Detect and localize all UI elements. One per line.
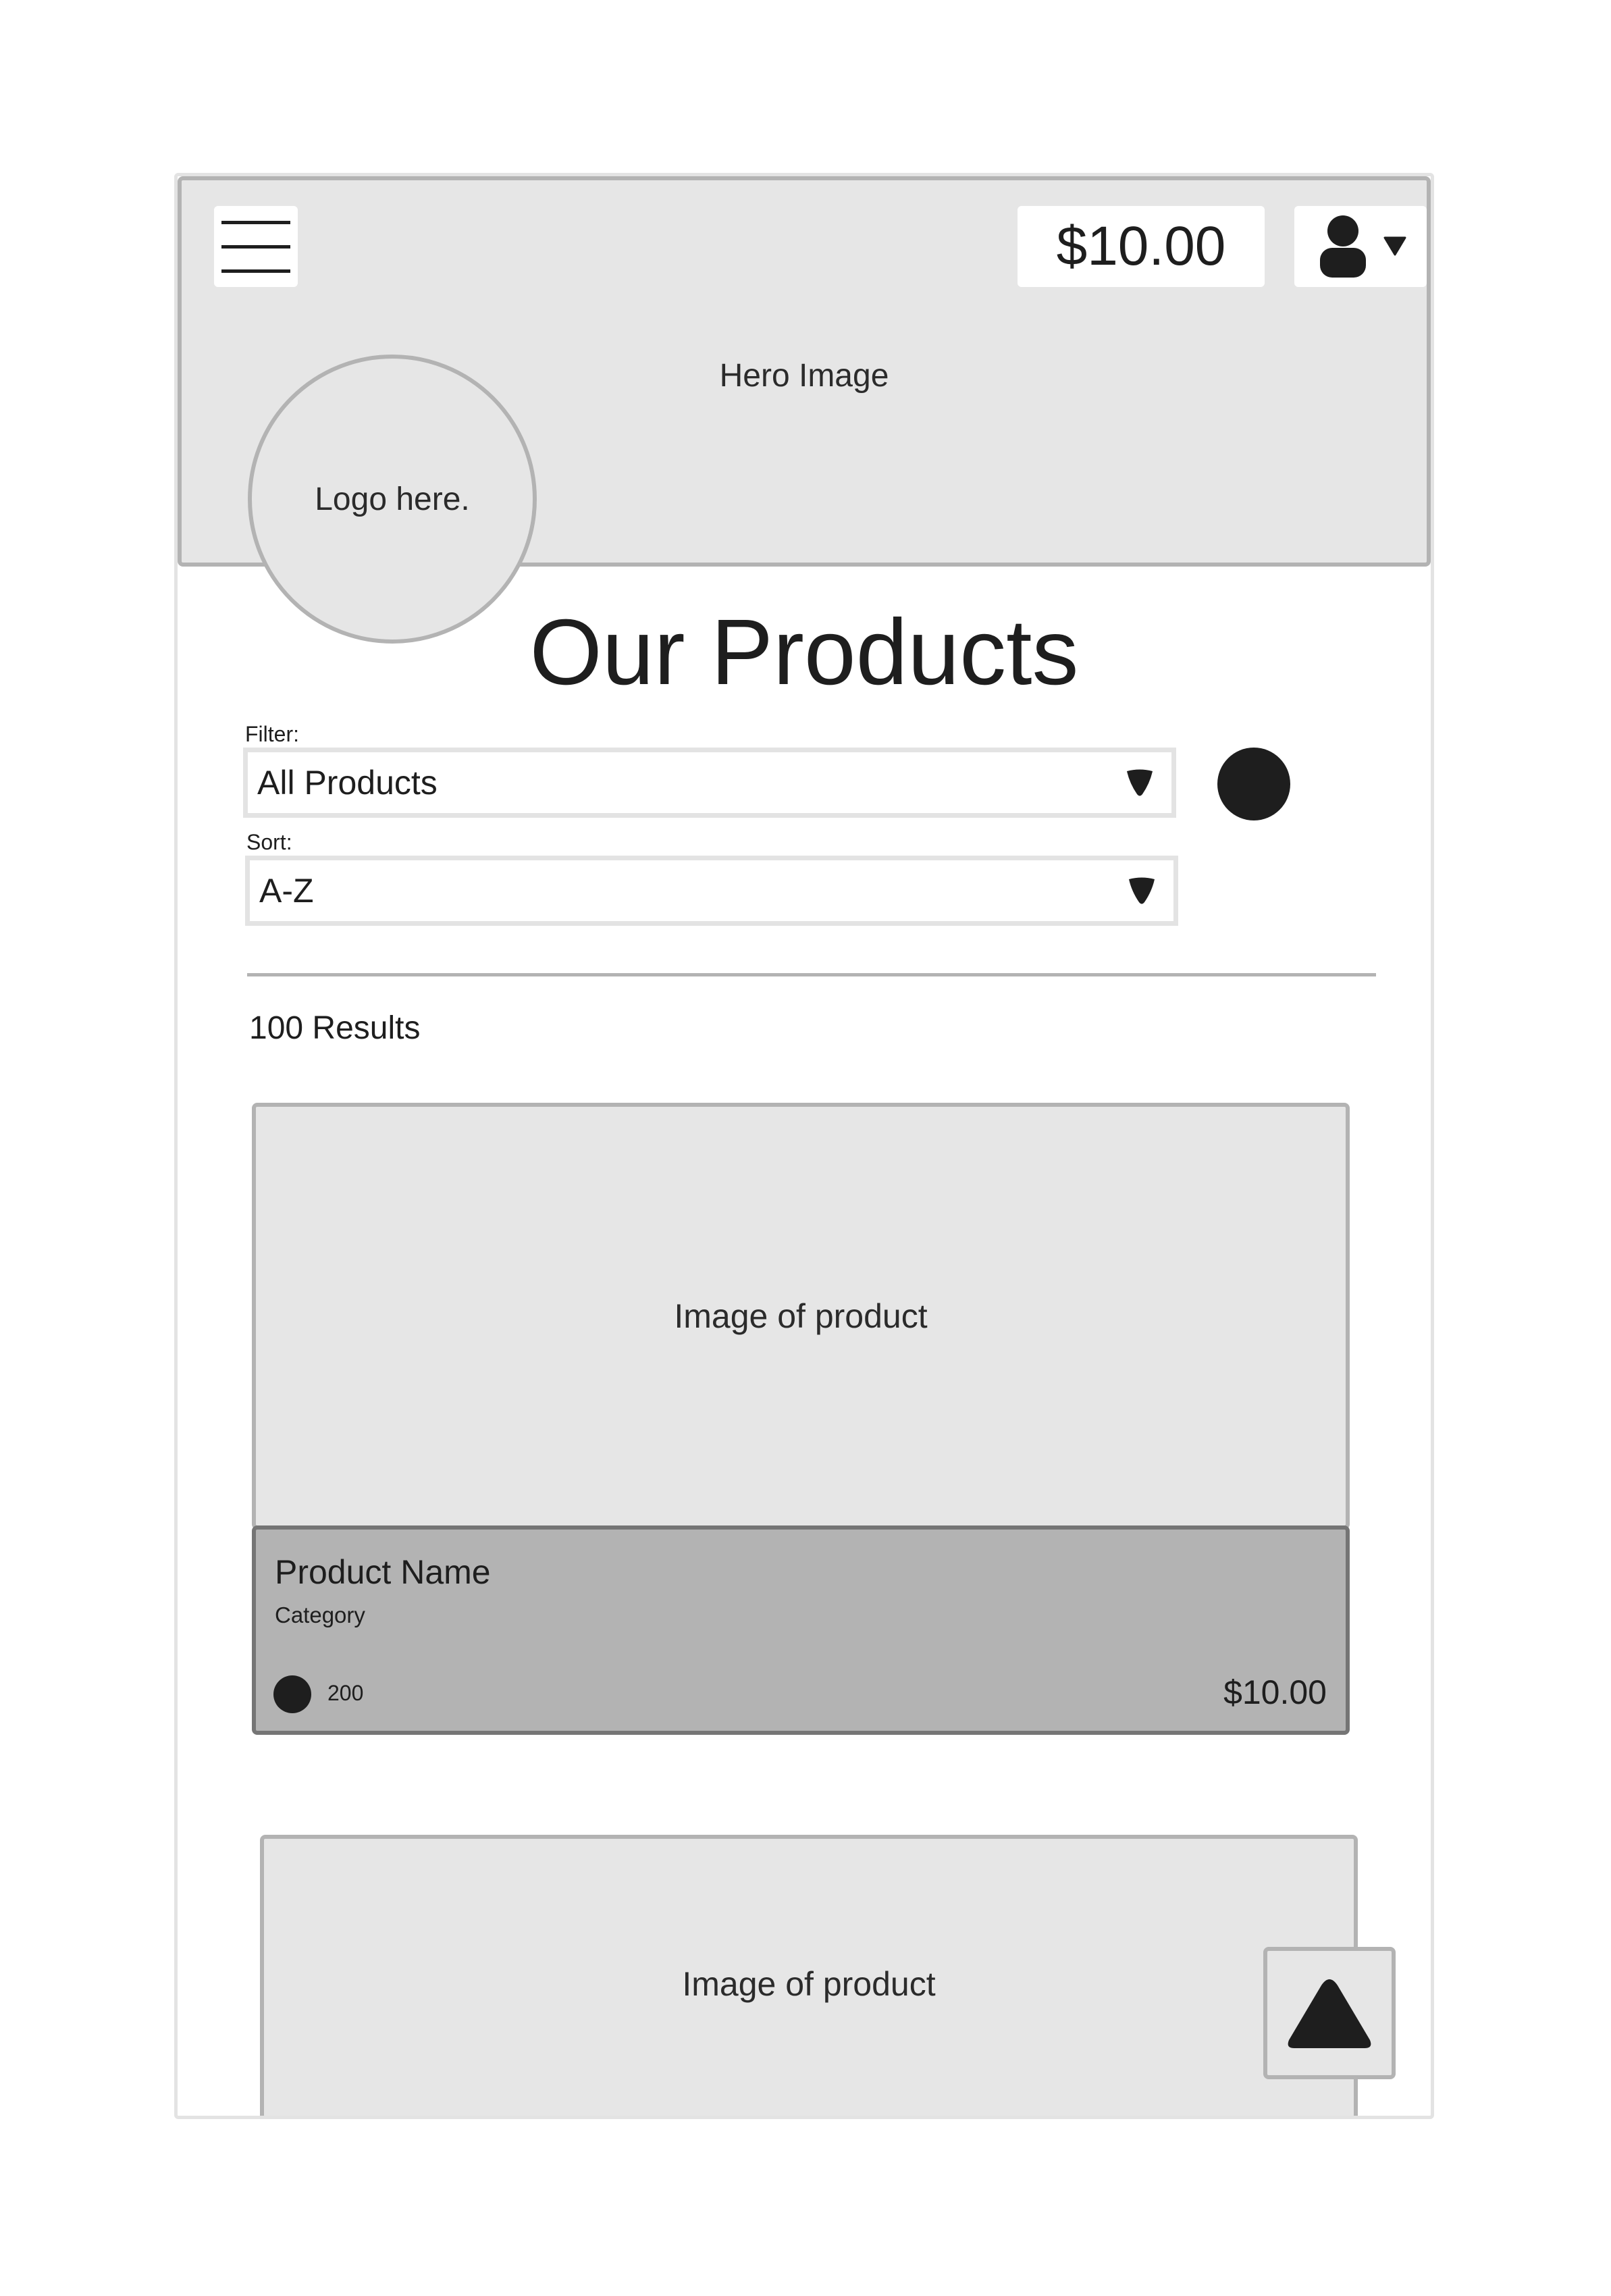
sort-select[interactable]: A-Z xyxy=(245,856,1178,926)
hamburger-menu-icon xyxy=(221,269,290,273)
product-price: $10.00 xyxy=(1223,1673,1327,1711)
back-to-top-button[interactable] xyxy=(1263,1947,1396,2079)
filter-value: All Products xyxy=(257,764,438,802)
product-image[interactable]: Image of product xyxy=(252,1103,1350,1530)
filter-label: Filter: xyxy=(245,722,299,746)
rating-count: 200 xyxy=(327,1681,364,1705)
arrow-up-icon xyxy=(1288,1979,1371,2048)
account-button[interactable] xyxy=(1294,206,1427,287)
logo-label: Logo here. xyxy=(315,481,470,517)
chevron-down-icon xyxy=(1129,877,1155,904)
rating-icon xyxy=(273,1675,311,1713)
caret-down-icon xyxy=(1383,236,1406,256)
logo-placeholder[interactable]: Logo here. xyxy=(248,355,537,644)
hamburger-menu-icon xyxy=(221,221,290,224)
cart-balance[interactable]: $10.00 xyxy=(1018,206,1265,287)
product-image-label: Image of product xyxy=(682,1965,936,2003)
chevron-down-icon xyxy=(1127,769,1153,796)
product-card-info[interactable]: Product Name Category 200 $10.00 xyxy=(252,1525,1350,1735)
product-category: Category xyxy=(275,1602,365,1627)
product-image[interactable]: Image of product xyxy=(260,1835,1358,2116)
section-divider xyxy=(247,973,1376,976)
view-toggle-button[interactable] xyxy=(1217,748,1290,820)
sort-label: Sort: xyxy=(246,830,292,854)
filter-select[interactable]: All Products xyxy=(243,748,1176,818)
hamburger-menu-icon xyxy=(221,245,290,249)
user-icon xyxy=(1320,215,1366,278)
product-image-label: Image of product xyxy=(674,1297,928,1335)
results-count: 100 Results xyxy=(249,1010,421,1046)
app-frame: $10.00 Hero Image Logo here. Our Product… xyxy=(174,173,1434,2119)
sort-value: A-Z xyxy=(259,872,314,910)
product-name: Product Name xyxy=(275,1553,491,1591)
menu-button[interactable] xyxy=(214,206,298,287)
